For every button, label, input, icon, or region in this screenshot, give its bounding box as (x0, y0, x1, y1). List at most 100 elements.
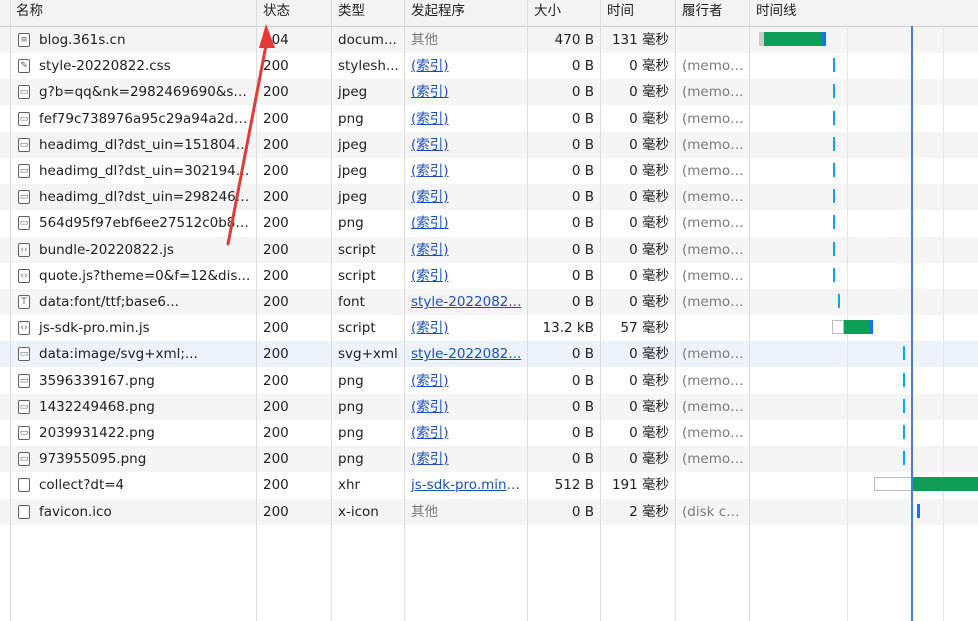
column-divider[interactable] (331, 0, 332, 621)
cell-initiator[interactable]: (索引) (405, 53, 527, 79)
waterfall-cache-tick (833, 136, 835, 151)
column-header-type[interactable]: 类型 (332, 0, 404, 26)
cell-initiator[interactable]: (索引) (405, 237, 527, 263)
cell-initiator[interactable]: (索引) (405, 446, 527, 472)
cell-time: 0 毫秒 (629, 451, 669, 468)
cell-fulfilled-by: (memor... (682, 372, 748, 389)
cell-initiator[interactable]: (索引) (405, 184, 527, 210)
waterfall-cache-tick (833, 215, 835, 230)
cell-name[interactable]: fef79c738976a95c29a94a2d0e... (0, 106, 256, 132)
waterfall-cache-tick (903, 346, 905, 361)
cell-fulfilled-by: (memor... (682, 163, 748, 179)
cell-name[interactable]: favicon.ico (0, 499, 256, 525)
cell-name[interactable]: 3596339167.png (0, 368, 256, 394)
cell-size: 0 B (571, 163, 594, 179)
waterfall-cache-tick (903, 372, 905, 387)
table-header: 名称 状态 类型 发起程序 大小 时间 履行者 时间线 (0, 0, 978, 27)
cell-initiator[interactable]: js-sdk-pro.min.... (405, 472, 527, 498)
cell-status: 304 (263, 32, 289, 48)
cell-size: 0 B (571, 84, 594, 101)
column-divider[interactable] (675, 0, 676, 621)
cell-name[interactable]: bundle-20220822.js (0, 237, 256, 263)
cell-time: 0 毫秒 (629, 136, 669, 153)
cell-name[interactable]: headimg_dl?dst_uin=3021948... (0, 158, 256, 184)
cell-type: docum... (338, 32, 397, 48)
cell-size: 0 B (571, 110, 594, 127)
cell-type: jpeg (338, 84, 368, 101)
column-divider[interactable] (527, 0, 528, 621)
cell-fulfilled-by: (disk ca... (682, 503, 748, 520)
cell-name[interactable]: g?b=qq&nk=2982469690&s=... (0, 79, 256, 105)
cell-fulfilled-by: (memor... (682, 215, 748, 232)
cell-initiator[interactable]: style-2022082... (405, 341, 527, 367)
cell-name[interactable]: data:image/svg+xml;... (0, 341, 256, 367)
cell-status: 200 (263, 346, 289, 363)
cell-name[interactable]: js-sdk-pro.min.js (0, 315, 256, 341)
cell-initiator[interactable]: (索引) (405, 315, 527, 341)
waterfall-cache-tick (903, 451, 905, 466)
waterfall-download-bar (844, 320, 870, 335)
cell-initiator[interactable]: (索引) (405, 368, 527, 394)
cell-initiator[interactable]: style-2022082... (405, 289, 527, 315)
cell-fulfilled-by: (memor... (682, 346, 748, 363)
cell-name[interactable]: 564d95f97ebf6ee27512c0b81... (0, 210, 256, 236)
column-header-initiator[interactable]: 发起程序 (405, 0, 527, 26)
cell-type: png (338, 110, 364, 127)
cell-size: 0 B (571, 294, 594, 310)
cell-time: 2 毫秒 (629, 503, 669, 520)
cell-type: png (338, 451, 364, 468)
cell-size: 512 B (554, 477, 594, 494)
cell-name[interactable]: quote.js?theme=0&f=12&dis... (0, 263, 256, 289)
cell-name[interactable]: style-20220822.css (0, 53, 256, 79)
column-divider[interactable] (404, 0, 405, 621)
column-header-fulfilled-by[interactable]: 履行者 (676, 0, 749, 26)
cell-initiator[interactable]: (索引) (405, 132, 527, 158)
cell-name[interactable]: 2039931422.png (0, 420, 256, 446)
cell-status: 200 (263, 477, 289, 494)
cell-status: 200 (263, 163, 289, 179)
cell-initiator[interactable]: (索引) (405, 210, 527, 236)
cell-initiator[interactable]: (索引) (405, 79, 527, 105)
cell-time: 0 毫秒 (629, 110, 669, 127)
column-header-size[interactable]: 大小 (528, 0, 600, 26)
column-header-status[interactable]: 状态 (257, 0, 331, 26)
cell-size: 0 B (571, 136, 594, 153)
column-header-waterfall[interactable]: 时间线 (750, 0, 978, 26)
cell-time: 0 毫秒 (629, 372, 669, 389)
cell-initiator[interactable]: (索引) (405, 106, 527, 132)
cell-size: 470 B (554, 32, 594, 48)
cell-fulfilled-by: (memor... (682, 241, 748, 258)
cell-time: 0 毫秒 (629, 241, 669, 258)
cell-type: font (338, 294, 365, 310)
cell-name[interactable]: blog.361s.cn (0, 27, 256, 53)
cell-fulfilled-by: (memor... (682, 110, 748, 127)
cell-name[interactable]: headimg_dl?dst_uin=2982469... (0, 184, 256, 210)
waterfall-cache-tick (903, 398, 905, 413)
cell-initiator[interactable]: (索引) (405, 394, 527, 420)
column-header-time[interactable]: 时间 (601, 0, 675, 26)
cell-type: script (338, 241, 376, 258)
column-divider[interactable] (10, 0, 11, 621)
cell-name[interactable]: 1432249468.png (0, 394, 256, 420)
cell-initiator[interactable]: (索引) (405, 158, 527, 184)
waterfall-wait-bar (874, 477, 912, 492)
column-divider[interactable] (256, 0, 257, 621)
waterfall-download-bar (764, 32, 822, 46)
waterfall-cache-tick (838, 294, 840, 308)
column-header-name[interactable]: 名称 (10, 0, 256, 26)
cell-name[interactable]: data:font/ttf;base6... (0, 289, 256, 315)
cell-type: script (338, 320, 376, 337)
cell-name[interactable]: 973955095.png (0, 446, 256, 472)
cell-initiator[interactable]: (索引) (405, 263, 527, 289)
cell-fulfilled-by: (memor... (682, 84, 748, 101)
cell-name[interactable]: collect?dt=4 (0, 472, 256, 498)
cell-initiator[interactable]: (索引) (405, 420, 527, 446)
column-divider[interactable] (600, 0, 601, 621)
cell-type: png (338, 215, 364, 232)
cell-type: stylesh... (338, 58, 399, 75)
cell-fulfilled-by: (memor... (682, 398, 748, 415)
cell-status: 200 (263, 451, 289, 468)
column-divider[interactable] (749, 0, 750, 621)
waterfall-cache-tick (833, 84, 835, 99)
cell-name[interactable]: headimg_dl?dst_uin=1518048... (0, 132, 256, 158)
